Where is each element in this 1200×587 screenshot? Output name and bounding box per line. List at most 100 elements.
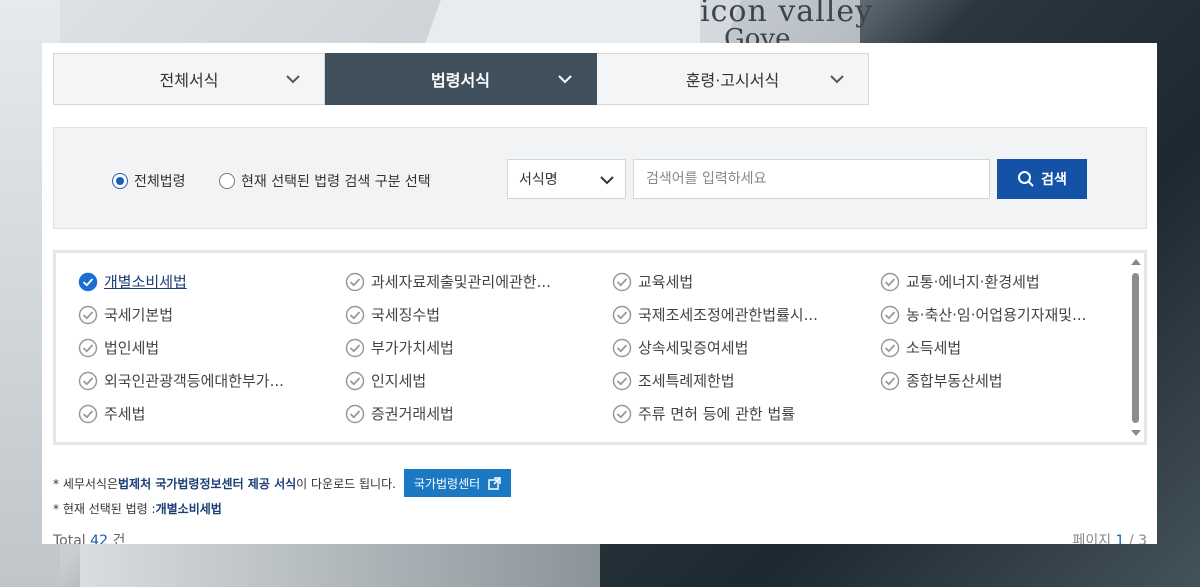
law-item[interactable]: 주류 면허 등에 관한 법률 — [612, 403, 795, 424]
chevron-down-icon — [558, 75, 572, 84]
selected-law-value: 개별소비세법 — [155, 502, 222, 516]
total-number: 42 — [90, 533, 108, 544]
law-item-label: 국제조세조정에관한법률시... — [638, 306, 818, 324]
scrollbar[interactable] — [1128, 253, 1144, 442]
note-bold-text: 법제처 국가법령정보센터 제공 서식 — [118, 476, 297, 491]
law-item[interactable]: 조세특례제한법 — [612, 370, 735, 391]
check-circle-icon — [345, 272, 365, 291]
pager-total: 3 — [1138, 533, 1147, 544]
total-label: Total — [53, 533, 86, 544]
law-list: 개별소비세법 과세자료제출및관리에관한... 교육세법 교통·에너지·환경세법국세기본… — [53, 250, 1147, 445]
tab-notice-forms[interactable]: 훈령·고시서식 — [597, 53, 869, 105]
law-item-label: 주세법 — [104, 405, 146, 423]
law-item[interactable]: 상속세및증여세법 — [612, 337, 748, 358]
radio-all-laws[interactable]: 전체법령 — [112, 171, 186, 191]
pagination: 페이지 1 / 3 — [1072, 530, 1147, 544]
check-circle-icon — [345, 338, 365, 357]
check-circle-icon — [612, 272, 632, 291]
law-item[interactable]: 외국인관광객등에대한부가... — [78, 370, 284, 391]
external-link-icon — [488, 476, 501, 490]
tab-label: 전체서식 — [159, 71, 219, 90]
check-circle-icon — [880, 338, 900, 357]
check-circle-icon — [880, 371, 900, 390]
law-item-label: 법인세법 — [104, 339, 160, 357]
search-type-select[interactable]: 서식명 — [507, 159, 626, 199]
selected-law-note: * 현재 선택된 법령 : 개별소비세법 — [53, 500, 222, 517]
check-circle-icon — [880, 305, 900, 324]
law-item[interactable]: 증권거래세법 — [345, 403, 454, 424]
search-input[interactable] — [633, 159, 990, 199]
law-item[interactable]: 농·축산·임·어업용기자재및... — [880, 304, 1086, 325]
note-text: * 현재 선택된 법령 : — [53, 502, 156, 516]
form-panel: 전체서식 법령서식 훈령·고시서식 전체법령 현재 선택된 법령 검색 구분 선… — [42, 43, 1157, 544]
tab-label: 법령서식 — [431, 71, 490, 90]
law-item[interactable]: 과세자료제출및관리에관한... — [345, 271, 551, 292]
scroll-down-icon[interactable] — [1131, 430, 1141, 436]
law-item-label: 외국인관광객등에대한부가... — [104, 372, 284, 390]
category-tabs: 전체서식 법령서식 훈령·고시서식 — [53, 53, 869, 105]
radio-unchecked-icon — [219, 173, 235, 189]
law-item-label: 농·축산·임·어업용기자재및... — [906, 306, 1087, 324]
law-item-label: 교육세법 — [638, 273, 694, 291]
note-text: 이 다운로드 됩니다. — [296, 476, 396, 491]
national-law-center-button[interactable]: 국가법령센터 — [403, 469, 512, 497]
law-item[interactable]: 국세징수법 — [345, 304, 440, 325]
check-circle-filled-icon — [78, 272, 98, 291]
law-item[interactable]: 부가가치세법 — [345, 337, 454, 358]
chevron-down-icon — [286, 75, 300, 84]
law-item[interactable]: 종합부동산세법 — [880, 370, 1003, 391]
search-button-label: 검색 — [1041, 172, 1067, 188]
pager-current: 1 — [1115, 533, 1125, 544]
search-button[interactable]: 검색 — [997, 159, 1087, 199]
scroll-thumb[interactable] — [1132, 273, 1139, 423]
note-text: * 세무서식은 — [53, 476, 119, 491]
pager-separator: / — [1128, 533, 1134, 544]
radio-label: 전체법령 — [134, 174, 186, 190]
law-item-label: 종합부동산세법 — [906, 372, 1003, 390]
law-item-label: 상속세및증여세법 — [638, 339, 749, 357]
law-item[interactable]: 소득세법 — [880, 337, 961, 358]
scroll-up-icon[interactable] — [1131, 259, 1141, 265]
tab-label: 훈령·고시서식 — [685, 71, 780, 90]
law-item-label: 국세징수법 — [371, 306, 441, 324]
law-grid: 개별소비세법 과세자료제출및관리에관한... 교육세법 교통·에너지·환경세법국세기본… — [56, 253, 1128, 442]
check-circle-icon — [345, 404, 365, 423]
check-circle-icon — [612, 371, 632, 390]
law-item-label: 교통·에너지·환경세법 — [906, 273, 1040, 291]
check-circle-icon — [880, 272, 900, 291]
law-item-label: 조세특례제한법 — [638, 372, 735, 390]
law-item[interactable]: 법인세법 — [78, 337, 159, 358]
radio-label: 현재 선택된 법령 검색 구분 선택 — [241, 174, 431, 190]
check-circle-icon — [78, 404, 98, 423]
law-item-label: 인지세법 — [371, 372, 427, 390]
total-unit: 건 — [112, 533, 126, 544]
download-note: * 세무서식은 법제처 국가법령정보센터 제공 서식 이 다운로드 됩니다. 국가… — [53, 469, 512, 497]
total-count: Total 42 건 — [53, 530, 125, 544]
tab-all-forms[interactable]: 전체서식 — [53, 53, 325, 105]
chevron-down-icon — [600, 176, 614, 185]
check-circle-icon — [612, 305, 632, 324]
law-item-label: 증권거래세법 — [371, 405, 454, 423]
law-item[interactable]: 국제조세조정에관한법률시... — [612, 304, 818, 325]
check-circle-icon — [78, 305, 98, 324]
background-shape — [80, 540, 600, 587]
law-item[interactable]: 인지세법 — [345, 370, 426, 391]
select-value: 서식명 — [519, 172, 558, 188]
radio-selected-law[interactable]: 현재 선택된 법령 검색 구분 선택 — [219, 171, 431, 191]
chevron-down-icon — [830, 75, 844, 84]
law-item-label: 주류 면허 등에 관한 법률 — [638, 405, 796, 423]
check-circle-icon — [345, 305, 365, 324]
law-item[interactable]: 주세법 — [78, 403, 145, 424]
tab-law-forms[interactable]: 법령서식 — [325, 53, 597, 105]
law-item-label: 과세자료제출및관리에관한... — [371, 273, 551, 291]
law-item[interactable]: 개별소비세법 — [78, 271, 187, 292]
button-label: 국가법령센터 — [413, 476, 481, 491]
radio-checked-icon — [112, 173, 128, 189]
law-item[interactable]: 교육세법 — [612, 271, 693, 292]
search-icon — [1018, 171, 1034, 187]
law-item-label: 국세기본법 — [104, 306, 174, 324]
law-item[interactable]: 국세기본법 — [78, 304, 173, 325]
pager-label: 페이지 — [1072, 533, 1112, 544]
law-item-label: 부가가치세법 — [371, 339, 454, 357]
law-item[interactable]: 교통·에너지·환경세법 — [880, 271, 1040, 292]
